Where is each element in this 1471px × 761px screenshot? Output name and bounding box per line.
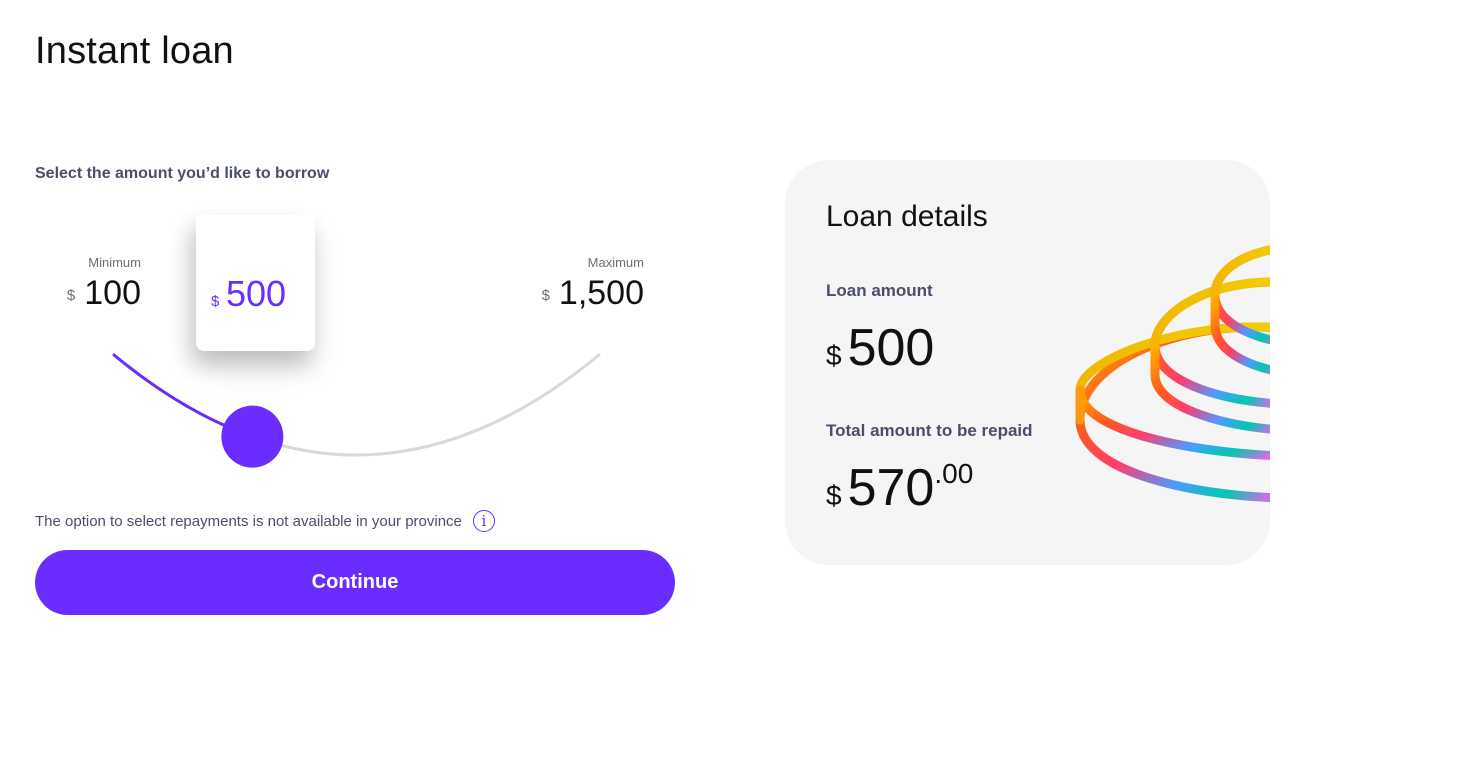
total-repaid-whole: 570: [847, 459, 935, 517]
total-repaid-cents: .00: [934, 458, 974, 489]
amount-slider[interactable]: [0, 0, 700, 500]
total-repaid-label: Total amount to be repaid: [826, 421, 1033, 440]
currency-symbol: $: [826, 480, 842, 511]
loan-details-card: Loan details Loan amount $500 Total amou…: [785, 160, 1270, 565]
instant-loan-page: Instant loan Select the amount you’d lik…: [0, 0, 1471, 761]
slider-handle[interactable]: [221, 405, 284, 468]
info-icon[interactable]: i: [472, 510, 495, 532]
rainbow-rings-illustration: [1075, 245, 1270, 503]
repayment-notice-text: The option to select repayments is not a…: [35, 512, 462, 530]
repayment-notice: The option to select repayments is not a…: [35, 510, 495, 532]
loan-details-title: Loan details: [826, 200, 988, 233]
loan-amount: $500: [826, 318, 934, 378]
currency-symbol: $: [826, 340, 842, 371]
loan-amount-label: Loan amount: [826, 281, 933, 300]
continue-button[interactable]: Continue: [35, 550, 675, 615]
loan-amount-value: 500: [847, 319, 935, 377]
total-repaid-amount: $570.00: [826, 458, 973, 518]
